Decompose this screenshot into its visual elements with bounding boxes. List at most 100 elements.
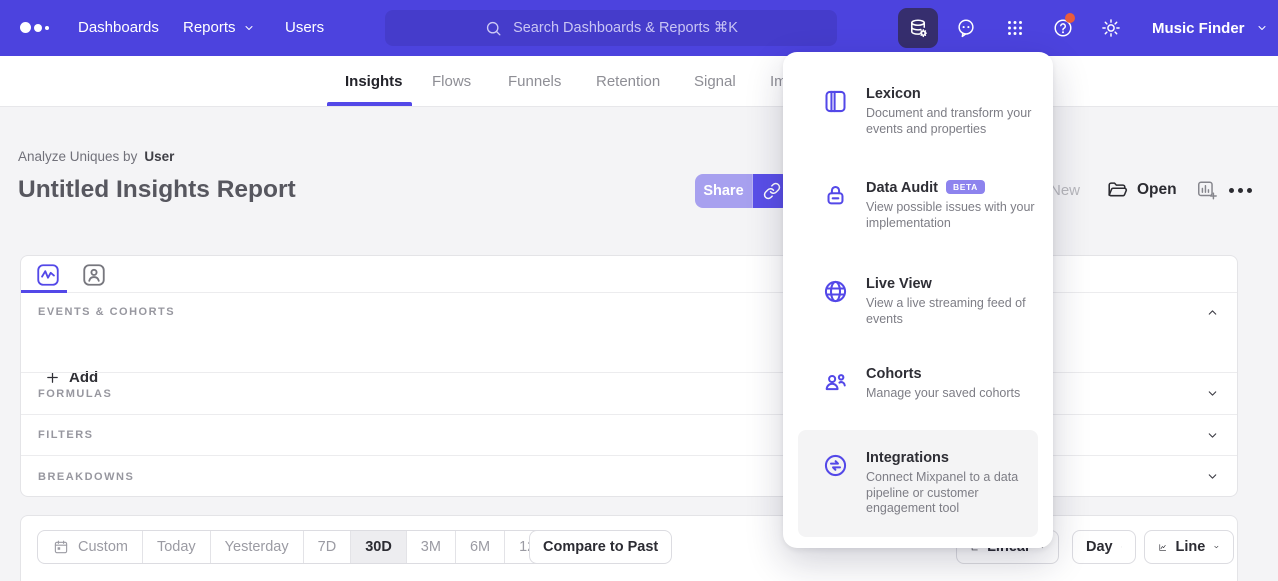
chevron-up-icon[interactable]: [1206, 306, 1219, 319]
metrics-view-tab[interactable]: [35, 262, 61, 288]
menu-item-desc: View possible issues with your implement…: [866, 200, 1038, 231]
search-placeholder: Search Dashboards & Reports ⌘K: [513, 20, 738, 36]
link-icon: [763, 182, 781, 200]
segment-30d[interactable]: 30D: [350, 531, 406, 563]
nav-dashboards[interactable]: Dashboards: [78, 0, 159, 56]
line-chart-icon: [1158, 539, 1167, 556]
mixpanel-logo-icon[interactable]: [20, 22, 49, 33]
menu-item-live-view[interactable]: Live View View a live streaming feed of …: [798, 270, 1038, 333]
menu-item-desc: Manage your saved cohorts: [866, 386, 1038, 402]
data-management-menu: Lexicon Document and transform your even…: [783, 52, 1053, 548]
folder-icon: [1106, 179, 1128, 201]
top-navigation-bar: Dashboards Reports Users Search Dashboar…: [0, 0, 1278, 56]
chevron-down-icon[interactable]: [1206, 429, 1219, 442]
segment-today[interactable]: Today: [142, 531, 210, 563]
nav-users[interactable]: Users: [285, 0, 324, 56]
chart-pulse-icon: [35, 262, 61, 288]
chevron-down-icon: [1256, 22, 1268, 34]
integrations-sync-icon: [822, 452, 849, 479]
tab-signal[interactable]: Signal: [694, 56, 736, 107]
chevron-down-icon: [1121, 541, 1122, 553]
chevron-down-icon[interactable]: [1206, 470, 1219, 483]
beta-badge: BETA: [946, 180, 985, 194]
more-options-button[interactable]: [1229, 188, 1252, 193]
filters-header: FILTERS: [38, 429, 94, 441]
chart-type-dropdown[interactable]: Line: [1144, 530, 1234, 564]
segment-custom-label: Custom: [78, 539, 128, 555]
events-cohorts-section: EVENTS & COHORTS Add: [21, 293, 1237, 372]
open-report-button[interactable]: Open: [1106, 179, 1177, 201]
nav-reports-label: Reports: [183, 0, 236, 56]
notification-dot: [1065, 13, 1075, 23]
compare-to-past-button[interactable]: Compare to Past: [529, 530, 672, 564]
menu-item-desc: Connect Mixpanel to a data pipeline or c…: [866, 470, 1038, 517]
cohorts-people-icon: [822, 368, 849, 395]
share-button[interactable]: Share: [695, 174, 752, 208]
menu-item-title: Data AuditBETA: [866, 180, 1038, 196]
menu-item-desc: View a live streaming feed of events: [866, 296, 1038, 327]
tab-flows[interactable]: Flows: [432, 56, 471, 107]
segment-7d[interactable]: 7D: [303, 531, 351, 563]
profiles-view-tab[interactable]: [81, 262, 107, 288]
menu-item-title: Integrations: [866, 450, 1038, 466]
database-gear-icon: [907, 17, 930, 40]
interval-dropdown[interactable]: Day: [1072, 530, 1136, 564]
page-title[interactable]: Untitled Insights Report: [18, 176, 296, 204]
new-report-button[interactable]: New: [1050, 182, 1080, 199]
breakdowns-header: BREAKDOWNS: [38, 471, 134, 483]
active-tab-underline: [327, 102, 412, 106]
chart-toolbar-card: Custom Today Yesterday 7D 30D 3M 6M 12M …: [20, 515, 1238, 581]
tab-retention[interactable]: Retention: [596, 56, 660, 107]
calendar-icon: [52, 538, 70, 556]
nav-users-label: Users: [285, 0, 324, 56]
nav-reports[interactable]: Reports: [183, 0, 255, 56]
builder-tab-strip: [21, 256, 1237, 293]
share-split-button: Share: [695, 174, 790, 208]
menu-item-lexicon[interactable]: Lexicon Document and transform your even…: [798, 80, 1038, 143]
apps-grid-icon[interactable]: [1004, 17, 1026, 39]
insights-builder-card: EVENTS & COHORTS Add FORMULAS FILTERS BR…: [20, 255, 1238, 497]
tab-insights[interactable]: Insights: [345, 56, 403, 107]
events-cohorts-header: EVENTS & COHORTS: [38, 306, 175, 318]
segment-yesterday[interactable]: Yesterday: [210, 531, 303, 563]
report-tabbar: Insights Flows Funnels Retention Signal …: [0, 56, 1278, 107]
segment-6m[interactable]: 6M: [455, 531, 504, 563]
menu-item-data-audit[interactable]: Data AuditBETA View possible issues with…: [798, 174, 1038, 237]
data-audit-icon: [822, 182, 849, 209]
person-icon: [81, 262, 107, 288]
segment-3m[interactable]: 3M: [406, 531, 455, 563]
project-name: Music Finder: [1152, 20, 1245, 37]
filters-section[interactable]: FILTERS: [21, 414, 1237, 455]
chevron-down-icon[interactable]: [1206, 387, 1219, 400]
breadcrumb: Analyze Uniques by User: [18, 149, 174, 164]
messages-icon[interactable]: [955, 17, 977, 39]
settings-gear-icon[interactable]: [1100, 17, 1122, 39]
nav-dashboards-label: Dashboards: [78, 0, 159, 56]
menu-item-cohorts[interactable]: Cohorts Manage your saved cohorts: [798, 360, 1038, 408]
search-input[interactable]: Search Dashboards & Reports ⌘K: [385, 10, 837, 46]
chevron-down-icon: [243, 22, 255, 34]
menu-item-title: Live View: [866, 276, 1038, 292]
menu-item-integrations[interactable]: Integrations Connect Mixpanel to a data …: [798, 430, 1038, 537]
chevron-down-icon: [1213, 541, 1220, 553]
open-label: Open: [1137, 181, 1177, 199]
live-view-globe-icon: [822, 278, 849, 305]
data-management-button[interactable]: [898, 8, 938, 48]
breakdowns-section[interactable]: BREAKDOWNS: [21, 455, 1237, 497]
search-icon: [484, 19, 503, 38]
chart-type-label: Line: [1175, 539, 1205, 555]
menu-item-title: Cohorts: [866, 366, 1038, 382]
interval-label: Day: [1086, 539, 1113, 555]
segment-custom[interactable]: Custom: [38, 531, 142, 563]
lexicon-icon: [822, 88, 849, 115]
add-to-dashboard-icon[interactable]: [1196, 179, 1218, 201]
menu-item-desc: Document and transform your events and p…: [866, 106, 1038, 137]
breadcrumb-value[interactable]: User: [144, 149, 174, 164]
breadcrumb-prefix: Analyze Uniques by: [18, 149, 137, 164]
formulas-section[interactable]: FORMULAS: [21, 372, 1237, 414]
menu-item-title: Lexicon: [866, 86, 1038, 102]
project-selector[interactable]: Music Finder: [1152, 0, 1268, 56]
date-range-segmented-control: Custom Today Yesterday 7D 30D 3M 6M 12M: [37, 530, 562, 564]
tab-funnels[interactable]: Funnels: [508, 56, 561, 107]
formulas-header: FORMULAS: [38, 388, 112, 400]
